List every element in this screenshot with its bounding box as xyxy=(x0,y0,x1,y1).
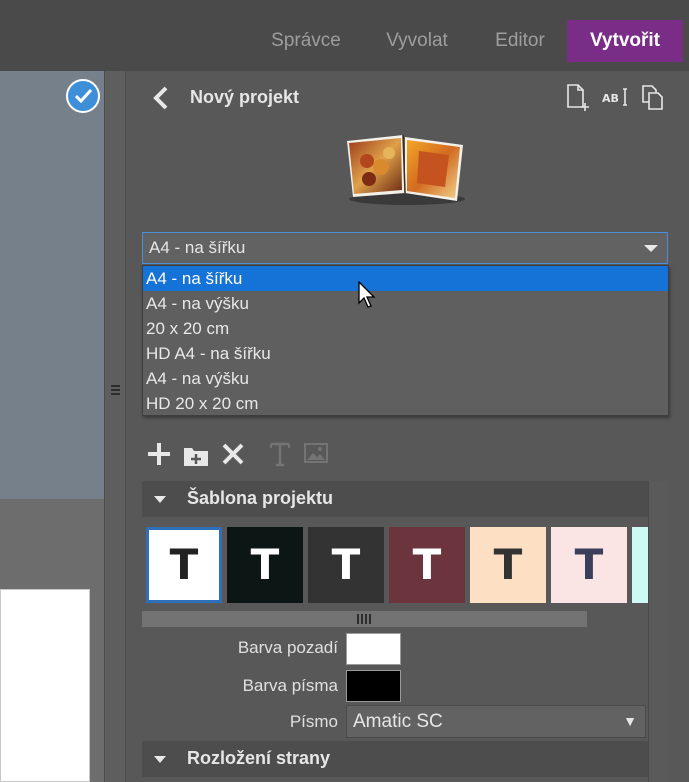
swatch-glyph: T xyxy=(169,540,199,589)
section-title: Rozložení strany xyxy=(187,748,331,768)
delete-icon[interactable] xyxy=(220,439,246,474)
checkmark-icon[interactable] xyxy=(66,79,100,113)
svg-text:AB: AB xyxy=(602,92,619,105)
vertical-scrollbar[interactable] xyxy=(648,481,668,782)
swatch-glyph: T xyxy=(331,540,361,589)
dropdown-arrow-icon[interactable] xyxy=(644,245,658,252)
duplicate-icon[interactable] xyxy=(639,83,667,116)
collapse-arrow-icon[interactable] xyxy=(154,756,166,763)
format-option[interactable]: A4 - na výšku xyxy=(143,291,668,316)
panel-splitter[interactable] xyxy=(104,71,126,782)
text-icon xyxy=(268,439,292,474)
swatch-glyph: T xyxy=(412,540,442,589)
tab-editor[interactable]: Editor xyxy=(482,20,558,62)
background-color-picker[interactable] xyxy=(346,633,401,665)
canvas-area[interactable] xyxy=(0,71,104,782)
mouse-pointer-icon xyxy=(358,280,378,314)
tab-spravce[interactable]: Správce xyxy=(256,20,356,62)
back-arrow-icon[interactable] xyxy=(151,85,171,111)
tab-vytvorit[interactable]: Vytvořit xyxy=(567,20,683,62)
swatch-glyph: T xyxy=(250,540,280,589)
dropdown-arrow-icon[interactable]: ▼ xyxy=(623,706,637,737)
tab-vyvolat[interactable]: Vyvolat xyxy=(370,20,464,62)
font-select[interactable]: Amatic SC ▼ xyxy=(346,705,646,738)
image-icon xyxy=(303,442,329,471)
font-color-picker[interactable] xyxy=(346,670,401,702)
format-option[interactable]: A4 - na šířku xyxy=(143,266,668,291)
format-dropdown-list: A4 - na šířku A4 - na výšku 20 x 20 cm H… xyxy=(142,265,669,416)
template-swatch[interactable] xyxy=(632,527,648,603)
background-color-label: Barva pozadí xyxy=(237,638,338,657)
font-color-label: Barva písma xyxy=(242,676,338,695)
section-title: Šablona projektu xyxy=(187,488,334,508)
section-project-template[interactable]: Šablona projektu xyxy=(142,481,648,517)
add-folder-icon[interactable] xyxy=(182,442,210,473)
template-swatches: TTTTTT xyxy=(142,523,648,607)
format-option[interactable]: HD A4 - na šířku xyxy=(143,341,668,366)
format-select-value: A4 - na šířku xyxy=(149,238,246,257)
template-swatch[interactable]: T xyxy=(470,527,546,603)
template-swatch[interactable]: T xyxy=(227,527,303,603)
add-icon[interactable] xyxy=(145,439,173,474)
font-label: Písmo xyxy=(289,712,338,731)
create-panel: Nový projekt AB A4 - na šířku A4 - na ší… xyxy=(127,71,689,782)
grip-icon[interactable] xyxy=(111,385,120,399)
template-swatch[interactable]: T xyxy=(308,527,384,603)
section-page-layout[interactable]: Rozložení strany xyxy=(142,741,648,777)
template-swatch[interactable]: T xyxy=(551,527,627,603)
format-select[interactable]: A4 - na šířku xyxy=(142,232,668,264)
format-option[interactable]: 20 x 20 cm xyxy=(143,316,668,341)
scroll-grip-icon[interactable] xyxy=(357,614,371,624)
format-option[interactable]: HD 20 x 20 cm xyxy=(143,391,668,416)
canvas-page-preview[interactable] xyxy=(0,71,104,499)
template-swatch[interactable]: T xyxy=(389,527,465,603)
collapse-arrow-icon[interactable] xyxy=(154,496,166,503)
top-nav-bar: Správce Vyvolat Editor Vytvořit xyxy=(0,0,689,71)
swatch-glyph: T xyxy=(493,540,523,589)
photobook-image xyxy=(339,131,473,207)
font-select-value: Amatic SC xyxy=(353,711,443,732)
swatch-glyph xyxy=(632,527,648,603)
horizontal-scrollbar[interactable] xyxy=(142,611,587,627)
template-swatch[interactable]: T xyxy=(146,527,222,603)
new-page-icon[interactable] xyxy=(565,83,591,116)
format-option[interactable]: A4 - na výšku xyxy=(143,366,668,391)
panel-title: Nový projekt xyxy=(190,87,300,107)
swatch-glyph: T xyxy=(574,540,604,589)
text-cursor-icon[interactable]: AB xyxy=(601,83,629,116)
page-sheet[interactable] xyxy=(0,589,90,782)
